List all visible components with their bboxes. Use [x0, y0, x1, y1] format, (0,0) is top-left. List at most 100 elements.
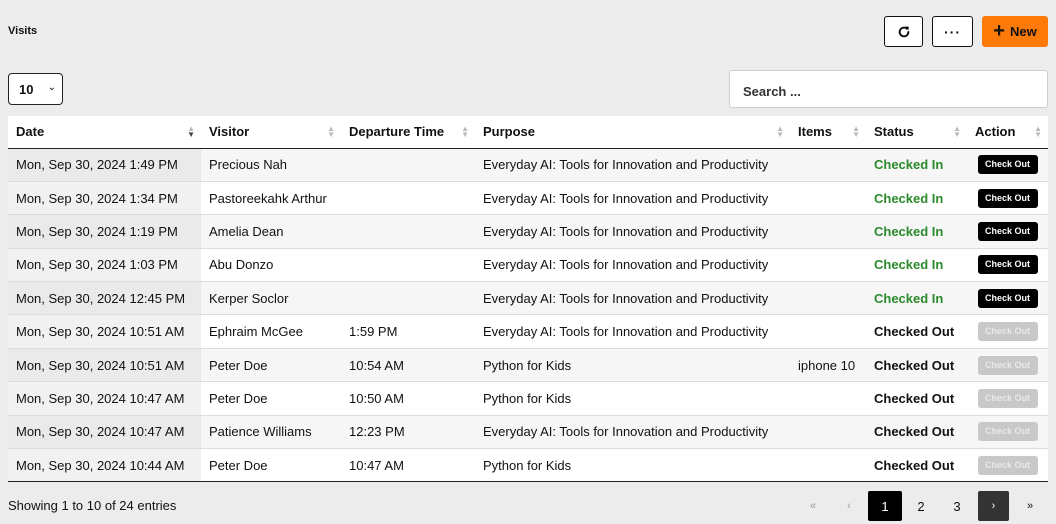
cell-status: Checked Out [866, 448, 967, 483]
new-button-label: New [1009, 24, 1037, 39]
check-out-button: Check Out [977, 388, 1038, 408]
status-badge: Checked In [874, 290, 944, 306]
cell-action: Check Out [967, 415, 1048, 450]
column-header-label: Date [16, 124, 45, 140]
cell-purpose: Python for Kids [475, 348, 790, 383]
check-out-button[interactable]: Check Out [977, 188, 1038, 208]
cell-items [790, 381, 866, 416]
cell-purpose: Everyday AI: Tools for Innovation and Pr… [475, 314, 790, 349]
pagination-last[interactable]: » [1012, 491, 1048, 521]
cell-action: Check Out [967, 448, 1048, 483]
status-badge: Checked In [874, 223, 944, 239]
toolbar: ··· + New [884, 16, 1048, 47]
column-header-label: Departure Time [349, 124, 445, 140]
cell-action: Check Out [967, 281, 1048, 316]
cell-action: Check Out [967, 348, 1048, 383]
cell-departure: 10:54 AM [341, 348, 475, 383]
sort-icon: ▲ ▼ [776, 124, 784, 139]
more-options-button[interactable]: ··· [932, 16, 973, 47]
cell-visitor: Pastoreekahk Arthur [201, 181, 341, 216]
cell-items [790, 314, 866, 349]
cell-purpose: Everyday AI: Tools for Innovation and Pr… [475, 181, 790, 216]
refresh-button[interactable] [884, 16, 923, 47]
sort-icon: ▲ ▼ [953, 124, 961, 139]
status-badge: Checked Out [874, 424, 955, 440]
status-badge: Checked Out [874, 457, 955, 473]
more-icon: ··· [944, 23, 961, 40]
column-header-action[interactable]: Action ▲ ▼ [967, 116, 1048, 149]
cell-date: Mon, Sep 30, 2024 12:45 PM [8, 281, 201, 316]
check-out-button[interactable]: Check Out [977, 221, 1038, 241]
column-header-date[interactable]: Date ▲ ▼ [8, 116, 201, 149]
cell-purpose: Everyday AI: Tools for Innovation and Pr… [475, 148, 790, 182]
table-row: Mon, Sep 30, 2024 1:49 PM Precious Nah Eve… [8, 148, 1048, 182]
cell-status: Checked In [866, 148, 967, 182]
pagination-page-3[interactable]: 3 [939, 491, 975, 521]
cell-purpose: Python for Kids [475, 381, 790, 416]
cell-purpose: Everyday AI: Tools for Innovation and Pr… [475, 248, 790, 283]
status-badge: Checked Out [874, 357, 955, 373]
column-header-label: Action [975, 124, 1016, 140]
column-header-departure[interactable]: Departure Time ▲ ▼ [341, 116, 475, 149]
cell-date: Mon, Sep 30, 2024 1:03 PM [8, 248, 201, 283]
table-row: Mon, Sep 30, 2024 10:44 AM Peter Doe 10:47… [8, 448, 1048, 483]
cell-items [790, 281, 866, 316]
status-badge: Checked In [874, 257, 944, 273]
page-length-select[interactable]: 10 ⌄ [8, 73, 63, 105]
table-row: Mon, Sep 30, 2024 1:03 PM Abu Donzo Everyd… [8, 248, 1048, 283]
sort-icon: ▲ ▼ [461, 124, 469, 139]
cell-visitor: Peter Doe [201, 448, 341, 483]
pagination-next[interactable]: › [978, 491, 1009, 521]
column-header-status[interactable]: Status ▲ ▼ [866, 116, 967, 149]
cell-status: Checked Out [866, 415, 967, 450]
cell-items: iphone 10 [790, 348, 866, 383]
new-visit-button[interactable]: + New [982, 16, 1048, 47]
check-out-button[interactable]: Check Out [977, 255, 1038, 275]
cell-status: Checked Out [866, 381, 967, 416]
sort-icon: ▲ ▼ [327, 124, 335, 139]
cell-items [790, 181, 866, 216]
cell-status: Checked In [866, 248, 967, 283]
check-out-button: Check Out [977, 355, 1038, 375]
cell-visitor: Precious Nah [201, 148, 341, 182]
cell-departure [341, 281, 475, 316]
cell-visitor: Peter Doe [201, 381, 341, 416]
table-row: Mon, Sep 30, 2024 10:47 AM Peter Doe 10:50… [8, 381, 1048, 416]
cell-action: Check Out [967, 248, 1048, 283]
cell-visitor: Kerper Soclor [201, 281, 341, 316]
status-badge: Checked In [874, 157, 944, 173]
table-header-row: Date ▲ ▼ Visitor ▲ ▼ Departure Time ▲ ▼ Purpose ▲ ▼… [8, 116, 1048, 149]
check-out-button[interactable]: Check Out [977, 155, 1038, 175]
check-out-button: Check Out [977, 455, 1038, 475]
cell-date: Mon, Sep 30, 2024 1:34 PM [8, 181, 201, 216]
search-input[interactable] [729, 70, 1048, 108]
cell-status: Checked In [866, 181, 967, 216]
cell-departure: 12:23 PM [341, 415, 475, 450]
column-header-label: Visitor [209, 124, 250, 140]
pagination-page-2[interactable]: 2 [903, 491, 939, 521]
cell-status: Checked Out [866, 314, 967, 349]
cell-items [790, 448, 866, 483]
column-header-purpose[interactable]: Purpose ▲ ▼ [475, 116, 790, 149]
column-header-label: Items [798, 124, 832, 140]
table-row: Mon, Sep 30, 2024 1:34 PM Pastoreekahk Ar… [8, 181, 1048, 216]
cell-date: Mon, Sep 30, 2024 1:49 PM [8, 148, 201, 182]
column-header-visitor[interactable]: Visitor ▲ ▼ [201, 116, 341, 149]
cell-status: Checked In [866, 214, 967, 249]
cell-departure: 1:59 PM [341, 314, 475, 349]
check-out-button[interactable]: Check Out [977, 288, 1038, 308]
cell-date: Mon, Sep 30, 2024 10:44 AM [8, 448, 201, 483]
cell-action: Check Out [967, 314, 1048, 349]
cell-departure [341, 181, 475, 216]
cell-purpose: Python for Kids [475, 448, 790, 483]
column-header-items[interactable]: Items ▲ ▼ [790, 116, 866, 149]
cell-status: Checked In [866, 281, 967, 316]
cell-visitor: Amelia Dean [201, 214, 341, 249]
cell-purpose: Everyday AI: Tools for Innovation and Pr… [475, 281, 790, 316]
table-row: Mon, Sep 30, 2024 1:19 PM Amelia Dean Ever… [8, 214, 1048, 249]
table-row: Mon, Sep 30, 2024 10:51 AM Ephraim McGee 1… [8, 314, 1048, 349]
cell-departure [341, 214, 475, 249]
table-info: Showing 1 to 10 of 24 entries [8, 498, 177, 513]
cell-departure [341, 248, 475, 283]
pagination-page-1[interactable]: 1 [868, 491, 902, 521]
